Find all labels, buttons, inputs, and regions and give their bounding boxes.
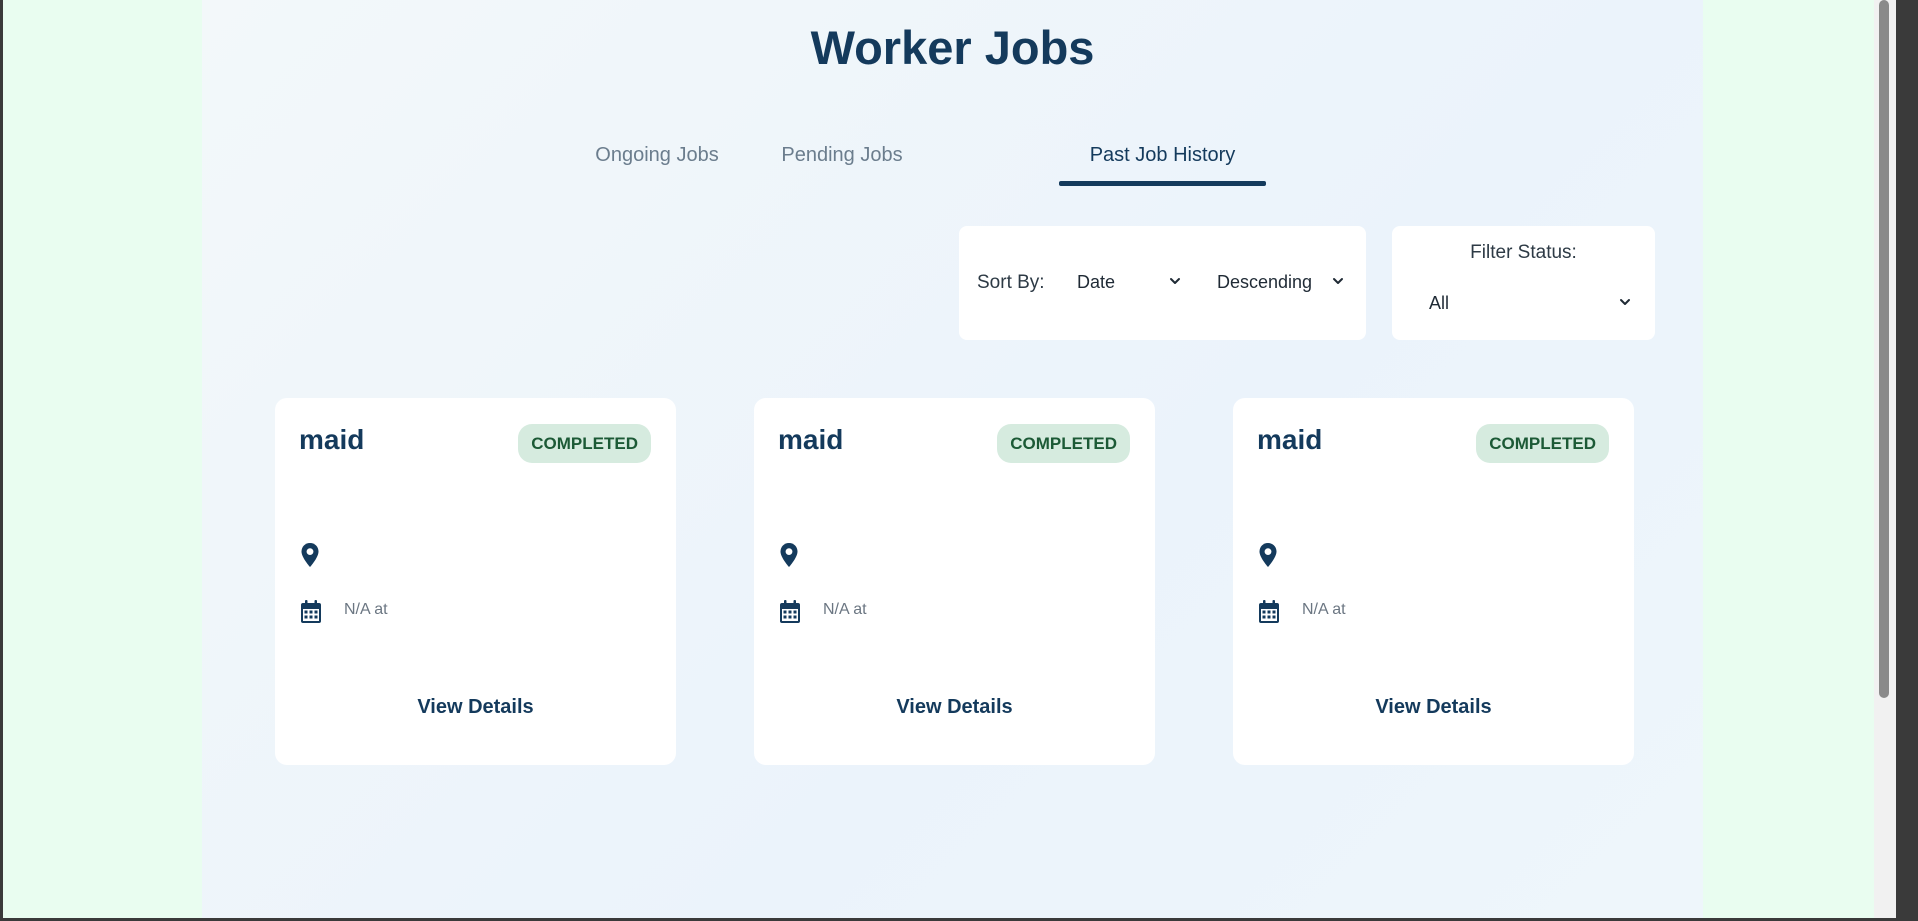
sort-label: Sort By: bbox=[977, 272, 1045, 293]
filter-status-label: Filter Status: bbox=[1470, 242, 1577, 263]
job-date: N/A at bbox=[1302, 601, 1346, 618]
job-date: N/A at bbox=[344, 601, 388, 618]
status-badge: COMPLETED bbox=[518, 424, 651, 463]
view-details-button[interactable]: View Details bbox=[275, 696, 676, 719]
map-pin-icon bbox=[1259, 543, 1277, 567]
tab-ongoing-jobs[interactable]: Ongoing Jobs bbox=[568, 140, 746, 186]
job-title: maid bbox=[299, 424, 365, 455]
active-tab-indicator bbox=[1059, 181, 1266, 186]
chevron-down-icon bbox=[1170, 278, 1180, 284]
map-pin-icon bbox=[301, 543, 319, 567]
tab-label: Ongoing Jobs bbox=[595, 144, 719, 166]
sort-field-select[interactable]: Date bbox=[1077, 272, 1182, 296]
view-details-button[interactable]: View Details bbox=[754, 696, 1155, 719]
sort-field-value: Date bbox=[1077, 272, 1116, 292]
scrollbar-thumb[interactable] bbox=[1879, 0, 1889, 698]
job-card: maid COMPLETED N/A at View Details bbox=[275, 398, 676, 765]
calendar-icon bbox=[780, 600, 800, 623]
job-tabs: Ongoing Jobs Pending Jobs Past Job Histo… bbox=[202, 140, 1703, 190]
calendar-icon bbox=[301, 600, 321, 623]
job-card: maid COMPLETED N/A at View Details bbox=[1233, 398, 1634, 765]
map-pin-icon bbox=[780, 543, 798, 567]
job-title: maid bbox=[778, 424, 844, 455]
page-scrollbar[interactable] bbox=[1874, 0, 1896, 918]
chevron-down-icon bbox=[1620, 299, 1630, 305]
status-badge: COMPLETED bbox=[997, 424, 1130, 463]
status-badge: COMPLETED bbox=[1476, 424, 1609, 463]
page-title: Worker Jobs bbox=[810, 21, 1095, 74]
tab-pending-jobs[interactable]: Pending Jobs bbox=[762, 140, 922, 186]
job-card: maid COMPLETED N/A at View Details bbox=[754, 398, 1155, 765]
tab-label: Pending Jobs bbox=[781, 144, 903, 166]
sort-order-select[interactable]: Descending bbox=[1217, 272, 1345, 296]
sort-order-value: Descending bbox=[1217, 272, 1313, 292]
view-details-button[interactable]: View Details bbox=[1233, 696, 1634, 719]
sort-panel: Sort By: Date Descending bbox=[959, 226, 1366, 340]
job-title: maid bbox=[1257, 424, 1323, 455]
tab-past-job-history[interactable]: Past Job History bbox=[1059, 140, 1266, 186]
chevron-down-icon bbox=[1333, 278, 1343, 284]
tab-label: Past Job History bbox=[1089, 144, 1236, 166]
filter-panel: Filter Status: All bbox=[1392, 226, 1655, 340]
main-content: Worker Jobs Ongoing Jobs Pending Jobs Pa… bbox=[202, 0, 1703, 918]
calendar-icon bbox=[1259, 600, 1279, 623]
filter-status-value: All bbox=[1429, 293, 1450, 313]
browser-viewport: Worker Jobs Ongoing Jobs Pending Jobs Pa… bbox=[3, 0, 1896, 918]
filter-status-select[interactable]: All bbox=[1429, 293, 1632, 317]
job-date: N/A at bbox=[823, 601, 867, 618]
